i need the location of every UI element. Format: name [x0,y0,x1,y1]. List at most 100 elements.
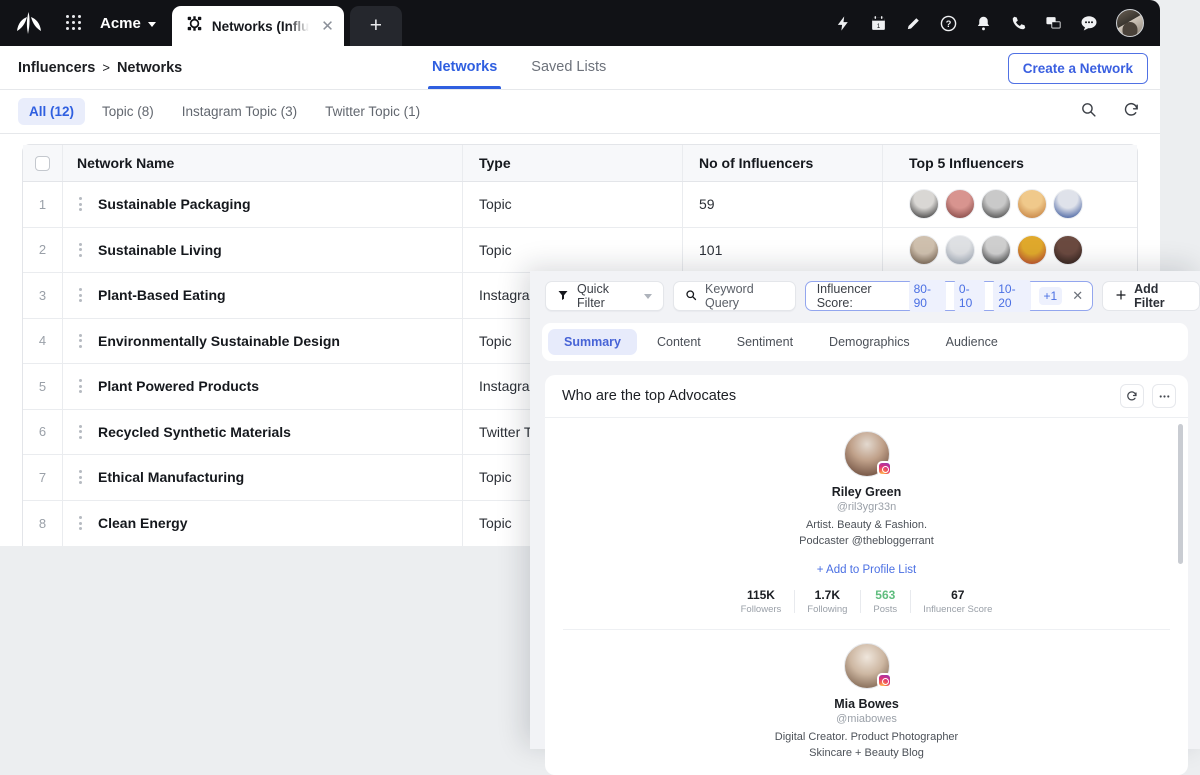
plus-icon [1115,289,1127,304]
add-filter-button[interactable]: Add Filter [1102,281,1200,311]
chevron-down-icon [644,293,653,299]
influencer-avatar[interactable] [909,234,939,265]
influencer-avatar[interactable] [1053,234,1083,265]
row-number: 6 [38,424,47,440]
col-header-no-of-influencers[interactable]: No of Influencers [683,145,883,181]
leaf-logo-icon[interactable] [14,10,44,36]
table-row[interactable]: 2 Sustainable Living Topic 101 [23,227,1137,273]
score-value-0[interactable]: 80-90 [908,280,946,312]
row-menu-icon[interactable] [77,468,84,486]
overlay-tab-audience[interactable]: Audience [930,329,1014,355]
advocate-name[interactable]: Mia Bowes [545,697,1188,711]
advocate-avatar[interactable] [843,642,892,689]
select-all-checkbox[interactable] [35,155,50,171]
calendar-icon[interactable]: 1 [870,15,887,32]
browser-tab-networks[interactable]: Networks (Influ ✕ [171,6,344,46]
advocate-avatar[interactable] [843,431,892,477]
table-header-row: Network Name Type No of Influencers Top … [23,145,1137,182]
create-a-network-button[interactable]: Create a Network [1007,53,1148,84]
network-name: Clean Energy [98,515,188,532]
advocates-list: Riley Green @ril3ygr33n Artist. Beauty & F… [545,418,1188,775]
influencer-avatar[interactable] [1017,189,1047,220]
influencer-avatar[interactable] [1053,189,1083,220]
influencer-avatar[interactable] [1017,234,1047,265]
svg-text:?: ? [946,19,952,29]
close-icon[interactable]: ✕ [1072,288,1083,304]
overlay-tab-sentiment[interactable]: Sentiment [721,329,809,355]
row-menu-icon[interactable] [77,377,84,395]
score-value-overflow[interactable]: +1 [1038,287,1063,305]
col-header-type[interactable]: Type [463,145,683,181]
influencer-avatar[interactable] [945,189,975,220]
cell-network-name[interactable]: Environmentally Sustainable Design [63,318,463,363]
quick-filter-button[interactable]: Quick Filter [545,281,665,311]
influencer-avatar[interactable] [945,234,975,265]
score-value-1[interactable]: 0-10 [953,280,986,312]
more-horizontal-icon[interactable] [1152,384,1176,408]
refresh-icon[interactable] [1120,384,1144,408]
tab-networks[interactable]: Networks [427,46,502,89]
close-icon[interactable]: ✕ [321,19,334,34]
user-avatar[interactable] [1116,9,1144,37]
chevron-down-icon [147,21,156,27]
svg-text:1: 1 [877,22,881,29]
tab-saved-lists[interactable]: Saved Lists [531,46,606,89]
org-switcher[interactable]: Acme [100,15,156,32]
cell-network-name[interactable]: Plant-Based Eating [63,273,463,318]
card-actions [1120,384,1176,408]
row-menu-icon[interactable] [77,241,84,259]
influencer-avatar[interactable] [981,234,1011,265]
cell-network-name[interactable]: Recycled Synthetic Materials [63,409,463,454]
overlay-tab-demographics[interactable]: Demographics [813,329,926,355]
page-tabs: Networks Saved Lists [427,46,606,89]
apps-grid-icon[interactable] [66,15,82,31]
cell-network-name[interactable]: Clean Energy [63,500,463,546]
table-row[interactable]: 1 Sustainable Packaging Topic 59 [23,182,1137,228]
card-scrollbar[interactable] [1178,424,1183,564]
row-menu-icon[interactable] [77,286,84,304]
cell-network-name[interactable]: Sustainable Living [63,227,463,272]
card-body: Riley Green @ril3ygr33n Artist. Beauty & F… [545,418,1188,775]
row-menu-icon[interactable] [77,423,84,441]
row-menu-icon[interactable] [77,195,84,213]
browser-chrome-topbar: Acme Networks (Influ ✕ + 1 ? [0,0,1160,46]
overlay-tab-content[interactable]: Content [641,329,717,355]
keyword-query-input[interactable]: Keyword Query [673,281,796,311]
help-icon[interactable]: ? [940,15,957,32]
col-header-top-5-influencers[interactable]: Top 5 Influencers [883,145,1137,181]
influencer-score-filter-chip[interactable]: Influencer Score: 80-90 0-10 10-20 +1 ✕ [804,280,1094,312]
row-menu-icon[interactable] [77,514,84,532]
influencer-avatar[interactable] [909,189,939,220]
col-label: Type [479,155,511,171]
search-icon[interactable] [1080,101,1097,123]
stat-value: 67 [951,587,965,602]
compose-pencil-icon[interactable] [905,15,922,32]
col-header-network-name[interactable]: Network Name [63,145,463,181]
messages-icon[interactable] [1080,14,1098,32]
filter-tab-twitter-topic[interactable]: Twitter Topic (1) [314,98,431,125]
refresh-icon[interactable] [1123,101,1140,123]
advocate-profile: Riley Green @ril3ygr33n Artist. Beauty & F… [545,418,1188,615]
new-tab-button[interactable]: + [349,6,402,46]
cell-network-name[interactable]: Sustainable Packaging [63,182,463,227]
cell-network-name[interactable]: Ethical Manufacturing [63,455,463,500]
advocate-name[interactable]: Riley Green [545,485,1188,499]
row-number-cell: 8 [23,500,63,546]
breadcrumb-influencers[interactable]: Influencers [18,60,95,76]
lightning-icon[interactable] [835,15,852,32]
filter-tab-all[interactable]: All (12) [18,98,86,125]
advocate-bio-line: Skincare + Beauty Blog [809,746,924,759]
phone-icon[interactable] [1010,15,1027,32]
notifications-bell-icon[interactable] [975,15,992,32]
inbox-chat-icon[interactable] [1045,15,1062,32]
score-value-2[interactable]: 10-20 [993,280,1031,312]
cell-network-name[interactable]: Plant Powered Products [63,364,463,409]
influencer-avatar[interactable] [981,189,1011,220]
filter-tab-instagram-topic[interactable]: Instagram Topic (3) [171,98,308,125]
add-to-profile-list-link[interactable]: + Add to Profile List [545,564,1188,576]
row-number-cell: 3 [23,273,63,318]
row-menu-icon[interactable] [77,332,84,350]
filter-tab-topic[interactable]: Topic (8) [91,98,165,125]
instagram-badge-icon [876,461,892,476]
overlay-tab-summary[interactable]: Summary [548,329,637,355]
